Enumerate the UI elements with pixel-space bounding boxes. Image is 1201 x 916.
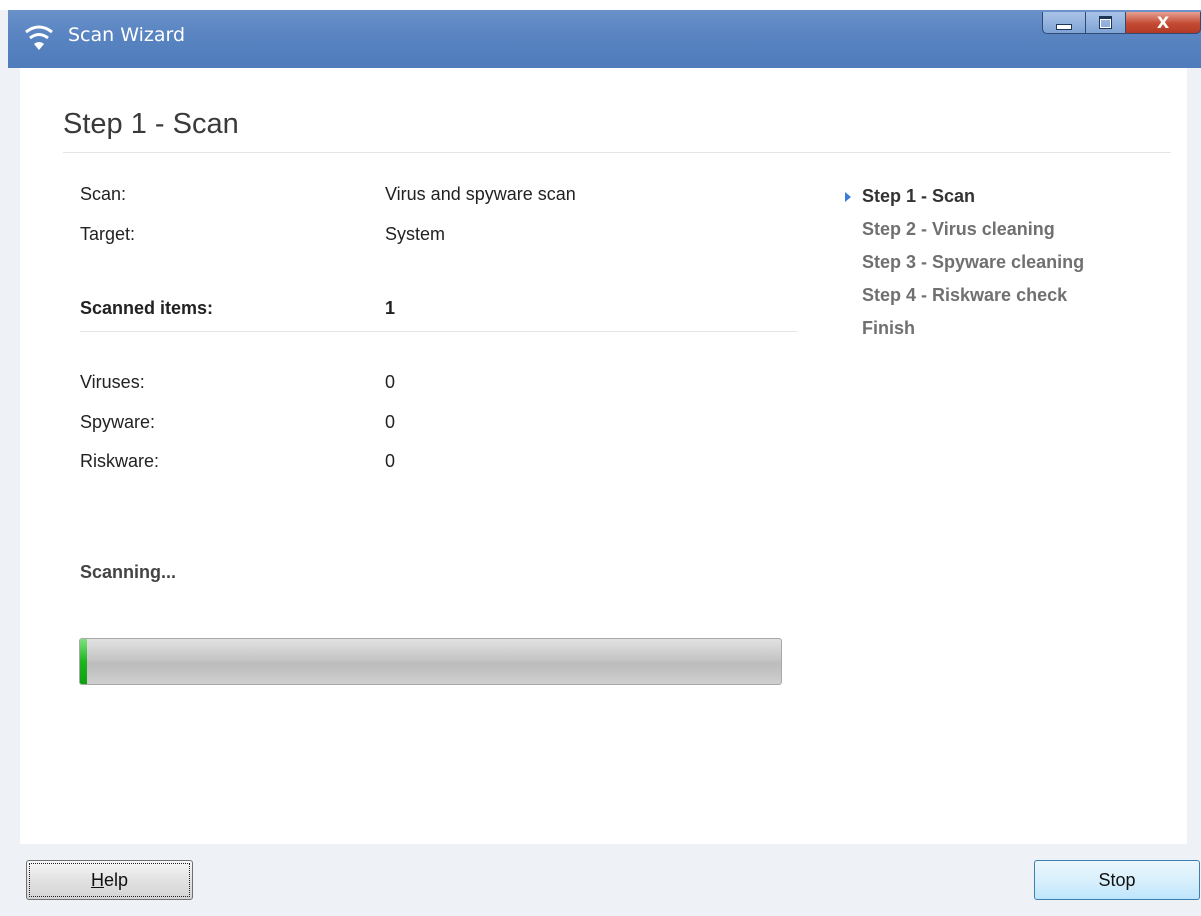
title-divider bbox=[63, 152, 1171, 153]
stop-button[interactable]: Stop bbox=[1034, 860, 1200, 900]
help-label-rest: elp bbox=[103, 869, 129, 890]
close-icon: X bbox=[1156, 12, 1170, 32]
window-frame-right bbox=[1187, 68, 1201, 916]
window-controls: X bbox=[1042, 12, 1201, 36]
scanned-items-label: Scanned items: bbox=[80, 298, 214, 318]
scanned-items-value: 1 bbox=[385, 298, 396, 318]
help-mnemonic: H bbox=[90, 869, 104, 890]
target-value: System bbox=[385, 224, 446, 244]
help-button[interactable]: Help bbox=[26, 860, 193, 900]
scan-progress-bar bbox=[79, 638, 782, 685]
scan-status-text: Scanning... bbox=[80, 562, 177, 582]
minimize-button[interactable] bbox=[1042, 12, 1086, 34]
maximize-icon bbox=[1099, 16, 1112, 29]
riskware-label: Riskware: bbox=[80, 451, 160, 471]
step-riskware-check: Step 4 - Riskware check bbox=[862, 279, 1084, 312]
step-finish: Finish bbox=[862, 312, 1084, 345]
step-label: Step 3 - Spyware cleaning bbox=[862, 252, 1085, 272]
viruses-value: 0 bbox=[385, 372, 396, 392]
window-frame-left bbox=[0, 10, 20, 916]
scan-progress-fill bbox=[80, 639, 87, 684]
step-label: Step 2 - Virus cleaning bbox=[862, 219, 1055, 239]
scan-label: Scan: bbox=[80, 184, 127, 204]
viruses-label: Viruses: bbox=[80, 372, 145, 392]
step-label: Step 4 - Riskware check bbox=[862, 285, 1068, 305]
window-title: Scan Wizard bbox=[68, 24, 186, 46]
shield-wifi-icon bbox=[25, 25, 53, 50]
title-bar[interactable]: Scan Wizard X bbox=[8, 10, 1201, 68]
spyware-value: 0 bbox=[385, 412, 396, 432]
step-virus-cleaning: Step 2 - Virus cleaning bbox=[862, 213, 1084, 246]
close-button[interactable]: X bbox=[1126, 12, 1201, 34]
step-label: Finish bbox=[862, 318, 915, 338]
step-spyware-cleaning: Step 3 - Spyware cleaning bbox=[862, 246, 1084, 279]
step-scan: Step 1 - Scan bbox=[845, 180, 1084, 213]
current-step-arrow-icon bbox=[845, 192, 851, 202]
step-label: Step 1 - Scan bbox=[862, 186, 976, 206]
page-title: Step 1 - Scan bbox=[63, 108, 239, 140]
info-divider bbox=[80, 331, 797, 332]
wizard-steps: Step 1 - Scan Step 2 - Virus cleaning St… bbox=[845, 180, 1084, 345]
button-bar bbox=[20, 844, 1187, 916]
spyware-label: Spyware: bbox=[80, 412, 156, 432]
target-label: Target: bbox=[80, 224, 136, 244]
maximize-button[interactable] bbox=[1086, 12, 1126, 34]
minimize-icon bbox=[1056, 23, 1072, 30]
riskware-value: 0 bbox=[385, 451, 396, 471]
scan-value: Virus and spyware scan bbox=[385, 184, 576, 204]
